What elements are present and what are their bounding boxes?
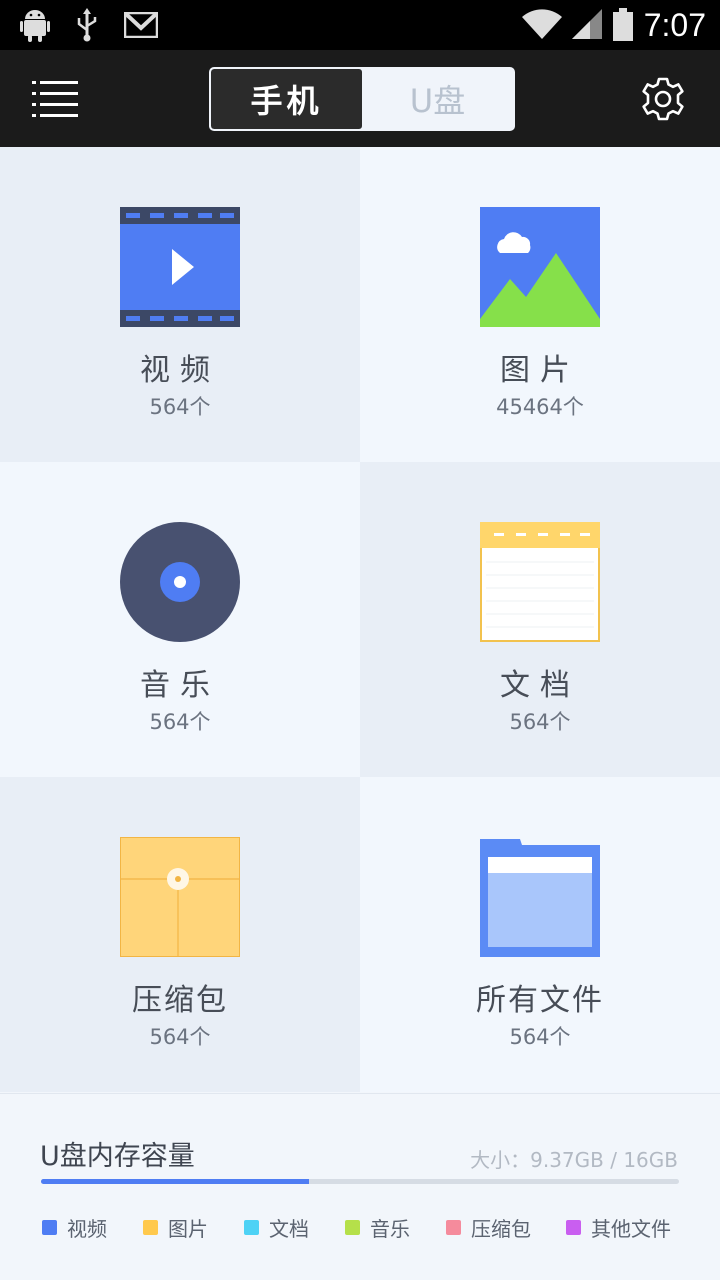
category-label: 音乐 (140, 668, 220, 703)
category-label: 压缩包 (132, 983, 228, 1018)
category-count: 45464个 (496, 395, 584, 419)
category-count: 564个 (149, 1025, 211, 1049)
legend-swatch (143, 1219, 158, 1235)
usb-icon (77, 8, 97, 42)
category-count: 564个 (149, 710, 211, 734)
settings-button[interactable] (640, 76, 686, 122)
status-time: 7:07 (643, 7, 706, 43)
android-icon (20, 10, 50, 42)
category-video[interactable]: 视频 564个 (0, 147, 360, 462)
legend-item: 压缩包 (446, 1212, 566, 1242)
document-icon (480, 522, 600, 642)
storage-panel: U盘内存容量 大小：9.37GB / 16GB 视频 图片 文档 音乐 压缩包 其他文件 (0, 1093, 720, 1280)
legend-item: 视频 (42, 1212, 143, 1242)
legend-swatch (446, 1219, 461, 1235)
storage-legend: 视频 图片 文档 音乐 压缩包 其他文件 (42, 1212, 682, 1242)
toolbar: 手机 U盘 (0, 50, 720, 147)
legend-label: 文档 (269, 1216, 309, 1241)
category-label: 视频 (140, 353, 220, 388)
legend-label: 视频 (67, 1216, 107, 1241)
tab-usb-drive[interactable]: U盘 (362, 69, 513, 129)
wifi-icon (521, 9, 562, 39)
menu-icon (32, 81, 78, 117)
status-bar: 7:07 (0, 0, 720, 50)
battery-icon (612, 8, 633, 41)
legend-label: 其他文件 (591, 1216, 671, 1241)
category-music[interactable]: 音乐 564个 (0, 462, 360, 777)
legend-label: 音乐 (370, 1216, 410, 1241)
video-icon (120, 207, 240, 327)
signal-icon (571, 9, 602, 39)
category-all-files[interactable]: 所有文件 564个 (360, 777, 720, 1092)
storage-size: 大小：9.37GB / 16GB (470, 1148, 678, 1172)
legend-item: 其他文件 (566, 1212, 671, 1242)
legend-label: 图片 (168, 1216, 208, 1241)
category-images[interactable]: 图片 45464个 (360, 147, 720, 462)
legend-swatch (566, 1219, 581, 1235)
category-count: 564个 (509, 710, 571, 734)
category-label: 文档 (500, 668, 580, 703)
menu-button[interactable] (32, 81, 78, 117)
legend-item: 音乐 (345, 1212, 446, 1242)
gear-icon (642, 77, 684, 121)
legend-swatch (345, 1219, 360, 1235)
legend-item: 图片 (143, 1212, 244, 1242)
category-label: 所有文件 (476, 983, 604, 1018)
category-count: 564个 (509, 1025, 571, 1049)
legend-swatch (42, 1219, 57, 1235)
storage-switch: 手机 U盘 (209, 67, 515, 131)
category-label: 图片 (500, 353, 580, 388)
storage-title: U盘内存容量 (40, 1141, 195, 1172)
archive-envelope-icon (120, 837, 240, 957)
storage-usage-bar (41, 1179, 679, 1184)
image-icon (480, 207, 600, 327)
category-count: 564个 (149, 395, 211, 419)
legend-item: 文档 (244, 1212, 345, 1242)
legend-label: 压缩包 (471, 1216, 531, 1241)
tab-phone[interactable]: 手机 (211, 69, 362, 129)
music-disc-icon (120, 522, 240, 642)
folder-icon (480, 839, 600, 957)
category-grid: 视频 564个 图片 45464个 音乐 564个 文档 564个 压缩包 56… (0, 147, 720, 1093)
category-documents[interactable]: 文档 564个 (360, 462, 720, 777)
storage-usage-fill (41, 1179, 309, 1184)
gmail-icon (124, 12, 158, 38)
legend-swatch (244, 1219, 259, 1235)
category-archives[interactable]: 压缩包 564个 (0, 777, 360, 1092)
